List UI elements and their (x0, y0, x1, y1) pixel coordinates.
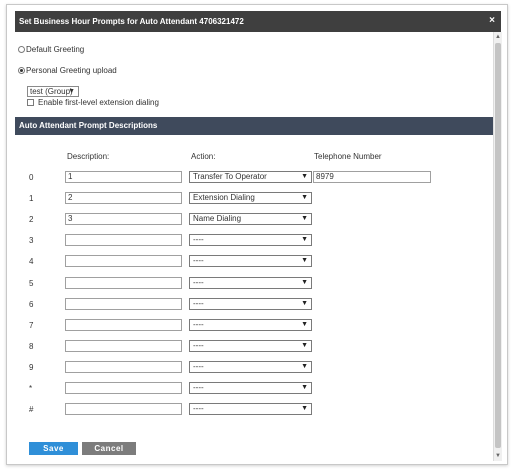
action-select-value: ---- (193, 320, 204, 329)
cancel-button[interactable]: Cancel (82, 442, 136, 455)
dropdown-arrow-icon: ▼ (301, 363, 308, 370)
group-select-value: test (Group) (30, 87, 73, 96)
action-select[interactable]: Name Dialing ▼ (189, 213, 312, 225)
dialog-content: Default Greeting Personal Greeting uploa… (15, 34, 493, 459)
action-select[interactable]: Extension Dialing ▼ (189, 192, 312, 204)
row-key-label: 3 (29, 236, 34, 245)
action-select[interactable]: ---- ▼ (189, 361, 312, 373)
personal-greeting-label: Personal Greeting upload (26, 65, 117, 75)
default-greeting-radio[interactable] (18, 45, 25, 53)
row-key-label: 7 (29, 321, 34, 330)
action-select-value: ---- (193, 256, 204, 265)
description-input[interactable]: 1 (65, 171, 182, 183)
action-select-value: ---- (193, 404, 204, 413)
row-key-label: 2 (29, 215, 34, 224)
default-greeting-label: Default Greeting (26, 44, 85, 54)
description-input[interactable] (65, 319, 182, 331)
telephone-input[interactable]: 8979 (313, 171, 431, 183)
row-key-label: 8 (29, 342, 34, 351)
action-column-header: Action: (191, 152, 216, 161)
dropdown-arrow-icon: ▼ (301, 342, 308, 349)
personal-greeting-radio[interactable] (18, 66, 25, 74)
row-key-label: 4 (29, 257, 34, 266)
action-select[interactable]: ---- ▼ (189, 298, 312, 310)
scroll-up-icon[interactable]: ▲ (494, 33, 502, 41)
action-select[interactable]: ---- ▼ (189, 255, 312, 267)
scroll-down-icon[interactable]: ▼ (494, 452, 502, 460)
dialog-title: Set Business Hour Prompts for Auto Atten… (19, 17, 244, 26)
action-select[interactable]: ---- ▼ (189, 340, 312, 352)
save-button[interactable]: Save (29, 442, 78, 455)
row-key-label: 0 (29, 173, 34, 182)
description-input[interactable]: 3 (65, 213, 182, 225)
dropdown-arrow-icon: ▼ (301, 173, 308, 180)
action-select-value: Extension Dialing (193, 193, 255, 202)
action-select[interactable]: ---- ▼ (189, 403, 312, 415)
row-key-label: * (29, 384, 33, 393)
action-select-value: Name Dialing (193, 214, 242, 223)
action-select-value: ---- (193, 235, 204, 244)
action-select[interactable]: ---- ▼ (189, 319, 312, 331)
description-input[interactable]: 2 (65, 192, 182, 204)
dropdown-arrow-icon: ▼ (301, 257, 308, 264)
close-icon[interactable]: × (487, 16, 497, 26)
action-select-value: ---- (193, 362, 204, 371)
default-greeting-option[interactable]: Default Greeting (18, 43, 84, 55)
dialog-titlebar: Set Business Hour Prompts for Auto Atten… (15, 11, 501, 32)
row-key-label: # (29, 405, 34, 414)
dropdown-arrow-icon: ▼ (68, 88, 75, 95)
dropdown-arrow-icon: ▼ (301, 384, 308, 391)
action-select[interactable]: Transfer To Operator ▼ (189, 171, 312, 183)
row-key-label: 5 (29, 279, 34, 288)
description-input[interactable] (65, 255, 182, 267)
description-input[interactable] (65, 277, 182, 289)
dropdown-arrow-icon: ▼ (301, 321, 308, 328)
description-input[interactable] (65, 234, 182, 246)
action-select[interactable]: ---- ▼ (189, 277, 312, 289)
action-select-value: ---- (193, 383, 204, 392)
telephone-column-header: Telephone Number (314, 152, 382, 161)
personal-greeting-option[interactable]: Personal Greeting upload (18, 64, 117, 76)
description-column-header: Description: (67, 152, 110, 161)
row-key-label: 9 (29, 363, 34, 372)
extension-dialing-label: Enable first-level extension dialing (38, 97, 159, 107)
prompt-section-header: Auto Attendant Prompt Descriptions (15, 117, 493, 135)
description-input[interactable] (65, 361, 182, 373)
dropdown-arrow-icon: ▼ (301, 215, 308, 222)
action-select-value: ---- (193, 278, 204, 287)
dropdown-arrow-icon: ▼ (301, 405, 308, 412)
description-input[interactable] (65, 403, 182, 415)
scroll-thumb[interactable] (495, 43, 501, 448)
action-select-value: Transfer To Operator (193, 172, 267, 181)
auto-attendant-dialog: Set Business Hour Prompts for Auto Atten… (6, 4, 508, 465)
description-input[interactable] (65, 382, 182, 394)
action-select-value: ---- (193, 299, 204, 308)
action-select[interactable]: ---- ▼ (189, 234, 312, 246)
dropdown-arrow-icon: ▼ (301, 194, 308, 201)
extension-dialing-checkbox[interactable] (27, 98, 34, 106)
action-select[interactable]: ---- ▼ (189, 382, 312, 394)
extension-dialing-option[interactable]: Enable first-level extension dialing (27, 96, 159, 108)
description-input[interactable] (65, 340, 182, 352)
dropdown-arrow-icon: ▼ (301, 279, 308, 286)
vertical-scrollbar[interactable]: ▲ ▼ (493, 32, 502, 461)
action-select-value: ---- (193, 341, 204, 350)
row-key-label: 6 (29, 300, 34, 309)
dropdown-arrow-icon: ▼ (301, 300, 308, 307)
row-key-label: 1 (29, 194, 34, 203)
description-input[interactable] (65, 298, 182, 310)
dropdown-arrow-icon: ▼ (301, 236, 308, 243)
